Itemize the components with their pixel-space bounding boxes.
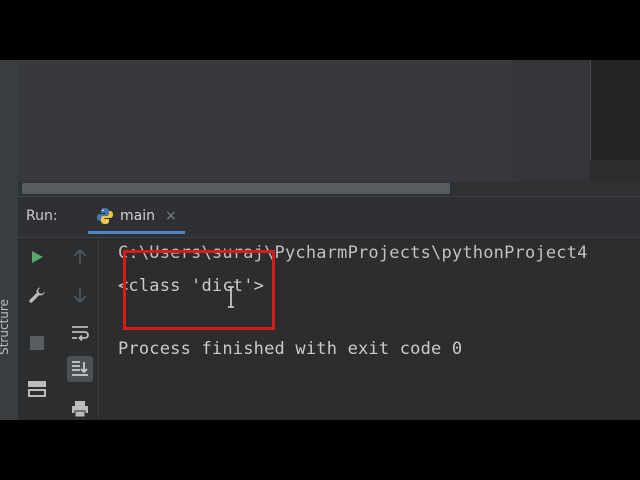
- ide-window: Run: main × Structure C:\Users\suraj\Pyc…: [0, 60, 640, 420]
- run-toolbar-secondary: [62, 238, 99, 420]
- rerun-button[interactable]: [24, 244, 50, 270]
- up-arrow-icon: [73, 249, 87, 264]
- editor-area[interactable]: [18, 60, 513, 182]
- run-label: Run:: [26, 208, 58, 224]
- editor-secondary-area: [513, 60, 590, 182]
- soft-wrap-icon: [72, 326, 89, 341]
- print-icon: [72, 401, 88, 418]
- edit-configuration-button[interactable]: [24, 282, 50, 308]
- structure-label: Structure: [0, 299, 11, 355]
- down-arrow-icon: [73, 288, 87, 303]
- wrench-icon: [29, 287, 45, 303]
- console-exit-line: Process finished with exit code 0: [118, 339, 463, 359]
- tab-main-label: main: [120, 207, 155, 224]
- scroll-up-button[interactable]: [67, 244, 93, 270]
- python-icon: [97, 207, 113, 224]
- run-toolbar-primary: [22, 238, 52, 420]
- stop-button[interactable]: [24, 330, 50, 356]
- run-icon: [32, 251, 43, 263]
- close-icon[interactable]: ×: [165, 208, 177, 224]
- scroll-down-button[interactable]: [67, 282, 93, 308]
- scroll-to-end-button[interactable]: [67, 356, 93, 382]
- stop-icon: [30, 336, 44, 350]
- layout-button[interactable]: [24, 376, 50, 402]
- run-tool-window-header: Run: main ×: [18, 197, 640, 238]
- red-highlight-box: [123, 250, 275, 330]
- layout-icon: [28, 381, 46, 397]
- soft-wrap-button[interactable]: [67, 320, 93, 346]
- print-button[interactable]: [67, 396, 93, 420]
- scroll-to-end-icon: [72, 361, 88, 376]
- horizontal-scrollbar-thumb[interactable]: [22, 183, 450, 194]
- text-cursor-icon: [228, 286, 234, 308]
- right-panel: [590, 60, 640, 160]
- tab-main[interactable]: main ×: [88, 200, 185, 234]
- structure-side-tab[interactable]: Structure: [0, 290, 18, 390]
